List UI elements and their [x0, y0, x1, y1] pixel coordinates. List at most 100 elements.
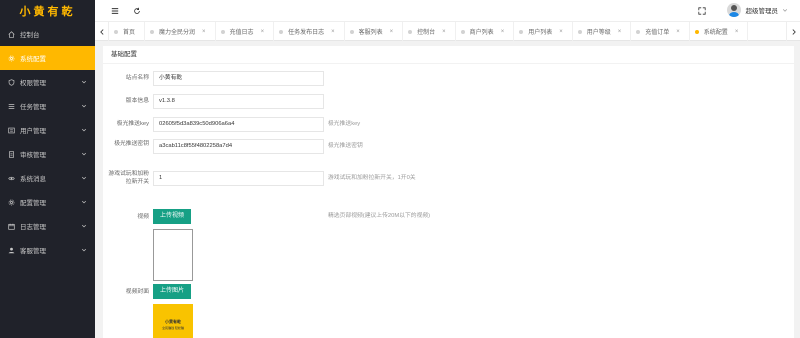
sidebar: 小黄有乾 控制台系统配置权限管理任务管理用户管理审核管理系统消息配置管理日志管理…	[0, 0, 95, 338]
tab[interactable]: 充值日志 ×	[216, 22, 275, 41]
tab-label: 客服列表	[358, 30, 383, 36]
video-cover-image: 小黄有乾 全民赚钱 轻松赚	[153, 304, 193, 338]
gear-icon	[6, 53, 16, 63]
tab-scroll-left-icon[interactable]	[95, 22, 109, 41]
close-icon[interactable]: ×	[735, 29, 739, 35]
app-logo[interactable]: 小黄有乾	[0, 0, 95, 22]
top-header: 超级管理员	[95, 0, 800, 22]
sidebar-item[interactable]: 日志管理	[0, 214, 95, 238]
close-icon[interactable]: ×	[202, 29, 206, 35]
user-name[interactable]: 超级管理员	[746, 5, 779, 15]
tab[interactable]: 商户列表 ×	[456, 22, 515, 41]
sidebar-item[interactable]: 审核管理	[0, 142, 95, 166]
sidebar-item[interactable]: 用户管理	[0, 118, 95, 142]
tab-dot-icon	[519, 30, 524, 34]
jpush-secret-tip: 极光推送密钥	[328, 143, 363, 149]
tab[interactable]: 用户等级 ×	[573, 22, 632, 41]
shield-icon	[6, 77, 16, 87]
sidebar-item-label: 客服管理	[20, 248, 46, 255]
upload-image-button[interactable]: 上传图片	[153, 284, 192, 299]
version-label: 版本信息	[125, 98, 149, 104]
sidebar-item-label: 系统消息	[20, 176, 46, 183]
chevron-down-icon	[81, 80, 87, 84]
sidebar-item-label: 任务管理	[20, 104, 46, 111]
version-input[interactable]: v1.3.8	[153, 94, 324, 109]
chevron-down-icon	[81, 176, 87, 180]
close-icon[interactable]: ×	[331, 29, 335, 35]
sidebar-item-label: 配置管理	[20, 200, 46, 207]
video-preview	[153, 229, 193, 281]
sidebar-item-label: 权限管理	[20, 80, 46, 87]
jpush-secret-input[interactable]: a3cab11c8f55f4802258a7d4	[153, 139, 324, 154]
chevron-down-icon	[81, 248, 87, 252]
tab-dot-icon	[408, 30, 413, 34]
tab[interactable]: 魔力全民分润 ×	[145, 22, 216, 41]
chevron-down-icon	[81, 224, 87, 228]
tab-label: 控制台	[417, 30, 436, 36]
chevron-down-icon	[81, 128, 87, 132]
jpush-key-input[interactable]: 02605f5d3a839c50d906a6a4	[153, 117, 324, 132]
sidebar-item[interactable]: 客服管理	[0, 238, 95, 262]
tab-scroll-right-icon[interactable]	[786, 22, 800, 41]
avatar[interactable]	[726, 3, 741, 17]
sidebar-item[interactable]: 权限管理	[0, 70, 95, 94]
sidebar-item[interactable]: 系统配置	[0, 46, 95, 70]
sidebar-item[interactable]: 控制台	[0, 22, 95, 46]
tab-dot-icon	[636, 30, 641, 34]
site-name-input[interactable]: 小黄有乾	[153, 71, 324, 86]
upload-video-button[interactable]: 上传视频	[153, 209, 192, 224]
tab[interactable]: 充值订单 ×	[631, 22, 690, 41]
close-icon[interactable]: ×	[501, 29, 505, 35]
tab-label: 商户列表	[469, 30, 494, 36]
tab-label: 系统配置	[703, 30, 728, 36]
close-icon[interactable]: ×	[261, 29, 265, 35]
tab[interactable]: 客服列表 ×	[345, 22, 404, 41]
tab-dot-icon	[349, 30, 354, 34]
cover-title: 小黄有乾	[165, 318, 181, 324]
close-icon[interactable]: ×	[442, 29, 446, 35]
tab[interactable]: 系统配置 ×	[690, 22, 749, 41]
menu-toggle-icon[interactable]	[109, 5, 121, 17]
tab-label: 任务发布日志	[288, 30, 325, 36]
card-title: 基础配置	[103, 46, 794, 64]
users-icon	[6, 125, 16, 135]
refresh-icon[interactable]	[131, 5, 143, 17]
tab[interactable]: 用户列表 ×	[514, 22, 573, 41]
game-switch-input[interactable]: 1	[153, 171, 324, 186]
user-menu[interactable]: 超级管理员	[726, 3, 789, 17]
video-tip: 精选页部视频(建议上传20M以下的视频)	[328, 213, 431, 219]
chevron-down-icon	[81, 200, 87, 204]
sidebar-item-label: 控制台	[20, 32, 40, 39]
tab[interactable]: 首页	[109, 22, 146, 41]
sidebar-item-label: 日志管理	[20, 224, 46, 231]
site-name-label: 站点名称	[125, 75, 149, 81]
list-icon	[6, 101, 16, 111]
close-icon[interactable]: ×	[618, 29, 622, 35]
chevron-down-icon	[782, 9, 788, 12]
tab-dot-icon	[150, 30, 155, 34]
jpush-key-label: 极光推送key	[116, 121, 149, 127]
sidebar-item[interactable]: 系统消息	[0, 166, 95, 190]
sidebar-item[interactable]: 配置管理	[0, 190, 95, 214]
tab-label: 充值日志	[229, 30, 254, 36]
fullscreen-icon[interactable]	[696, 5, 708, 17]
jpush-secret-label: 极光推送密钥	[114, 141, 149, 147]
game-switch-tip: 游戏试玩和加粉拉新开关，1开0关	[328, 175, 416, 181]
sidebar-nav: 控制台系统配置权限管理任务管理用户管理审核管理系统消息配置管理日志管理客服管理	[0, 22, 95, 262]
video-label: 视频	[137, 214, 149, 220]
tab[interactable]: 控制台 ×	[403, 22, 456, 41]
close-icon[interactable]: ×	[390, 29, 394, 35]
close-icon[interactable]: ×	[676, 29, 680, 35]
tab[interactable]: 任务发布日志 ×	[274, 22, 345, 41]
tab-dot-icon	[577, 30, 582, 34]
tab-dot-icon	[460, 30, 465, 34]
sidebar-item-label: 用户管理	[20, 128, 46, 135]
tab-bar: 首页 魔力全民分润 × 充值日志 × 任务发布日志 × 客服列表 × 控制台 × 商户列表 × 用户列表 ×…	[95, 22, 800, 41]
sidebar-item[interactable]: 任务管理	[0, 94, 95, 118]
sidebar-item-label: 审核管理	[20, 152, 46, 159]
app-root: 小黄有乾 控制台 系统配置 权限管理 任务管理 用户管理 审核管理 系统消息 配置管理 日志管理…	[0, 0, 800, 338]
doc-icon	[6, 149, 16, 159]
chevron-down-icon	[81, 104, 87, 108]
tab-label: 用户等级	[586, 30, 611, 36]
close-icon[interactable]: ×	[559, 29, 563, 35]
